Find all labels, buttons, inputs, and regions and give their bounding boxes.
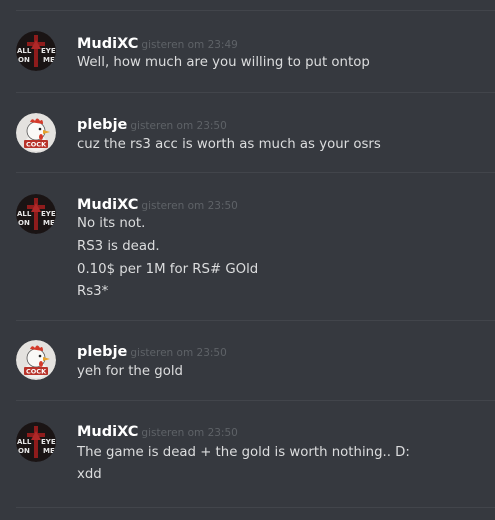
svg-text:ON: ON [18,219,30,227]
message-divider [16,92,495,93]
svg-text:COCK: COCK [26,141,47,149]
rooster-cock-avatar-icon[interactable]: COCK [16,340,56,380]
message-divider [16,172,495,173]
svg-text:EYE: EYE [41,210,56,218]
username[interactable]: plebje [77,344,127,360]
username[interactable]: plebje [77,117,127,133]
illuminati-avatar-icon[interactable]: ALL EYE ON ME [16,422,56,462]
svg-text:ME: ME [43,56,55,64]
svg-text:COCK: COCK [26,368,47,376]
svg-text:EYE: EYE [41,47,56,55]
message-divider [16,507,495,508]
svg-text:ME: ME [43,447,55,455]
svg-text:ALL: ALL [17,47,32,55]
message-header: MudiXC gisteren om 23:50 [77,421,238,440]
rooster-cock-avatar-icon[interactable]: COCK [16,113,56,153]
svg-text:ON: ON [18,56,30,64]
message-text: yeh for the gold [77,364,183,379]
message-divider [16,400,495,401]
svg-text:ON: ON [18,447,30,455]
timestamp: gisteren om 23:50 [141,200,238,212]
message-text: Rs3* [77,284,109,299]
chat-messages: ALL EYE ON ME MudiXC gisteren om 23:49 We… [0,0,495,520]
timestamp: gisteren om 23:50 [141,427,238,439]
illuminati-avatar-icon[interactable]: ALL EYE ON ME [16,31,56,71]
username[interactable]: MudiXC [77,197,138,213]
message-text: 0.10$ per 1M for RS# GOld [77,262,259,277]
timestamp: gisteren om 23:50 [130,347,227,359]
message-header: MudiXC gisteren om 23:50 [77,194,238,213]
svg-text:ME: ME [43,219,55,227]
svg-text:EYE: EYE [41,438,56,446]
message-text: RS3 is dead. [77,239,160,254]
message-header: MudiXC gisteren om 23:49 [77,33,238,52]
svg-text:ALL: ALL [17,210,32,218]
message-text: cuz the rs3 acc is worth as much as your… [77,137,381,152]
message-text: xdd [77,467,102,482]
illuminati-avatar-icon[interactable]: ALL EYE ON ME [16,194,56,234]
message-header: plebje gisteren om 23:50 [77,114,227,133]
timestamp: gisteren om 23:50 [130,120,227,132]
message-header: plebje gisteren om 23:50 [77,341,227,360]
message-divider [16,320,495,321]
message-text: The game is dead + the gold is worth not… [77,445,410,460]
svg-text:ALL: ALL [17,438,32,446]
message-text: No its not. [77,216,146,231]
timestamp: gisteren om 23:49 [141,39,238,51]
username[interactable]: MudiXC [77,424,138,440]
message-text: Well, how much are you willing to put on… [77,55,370,70]
username[interactable]: MudiXC [77,36,138,52]
message-divider [16,10,495,11]
